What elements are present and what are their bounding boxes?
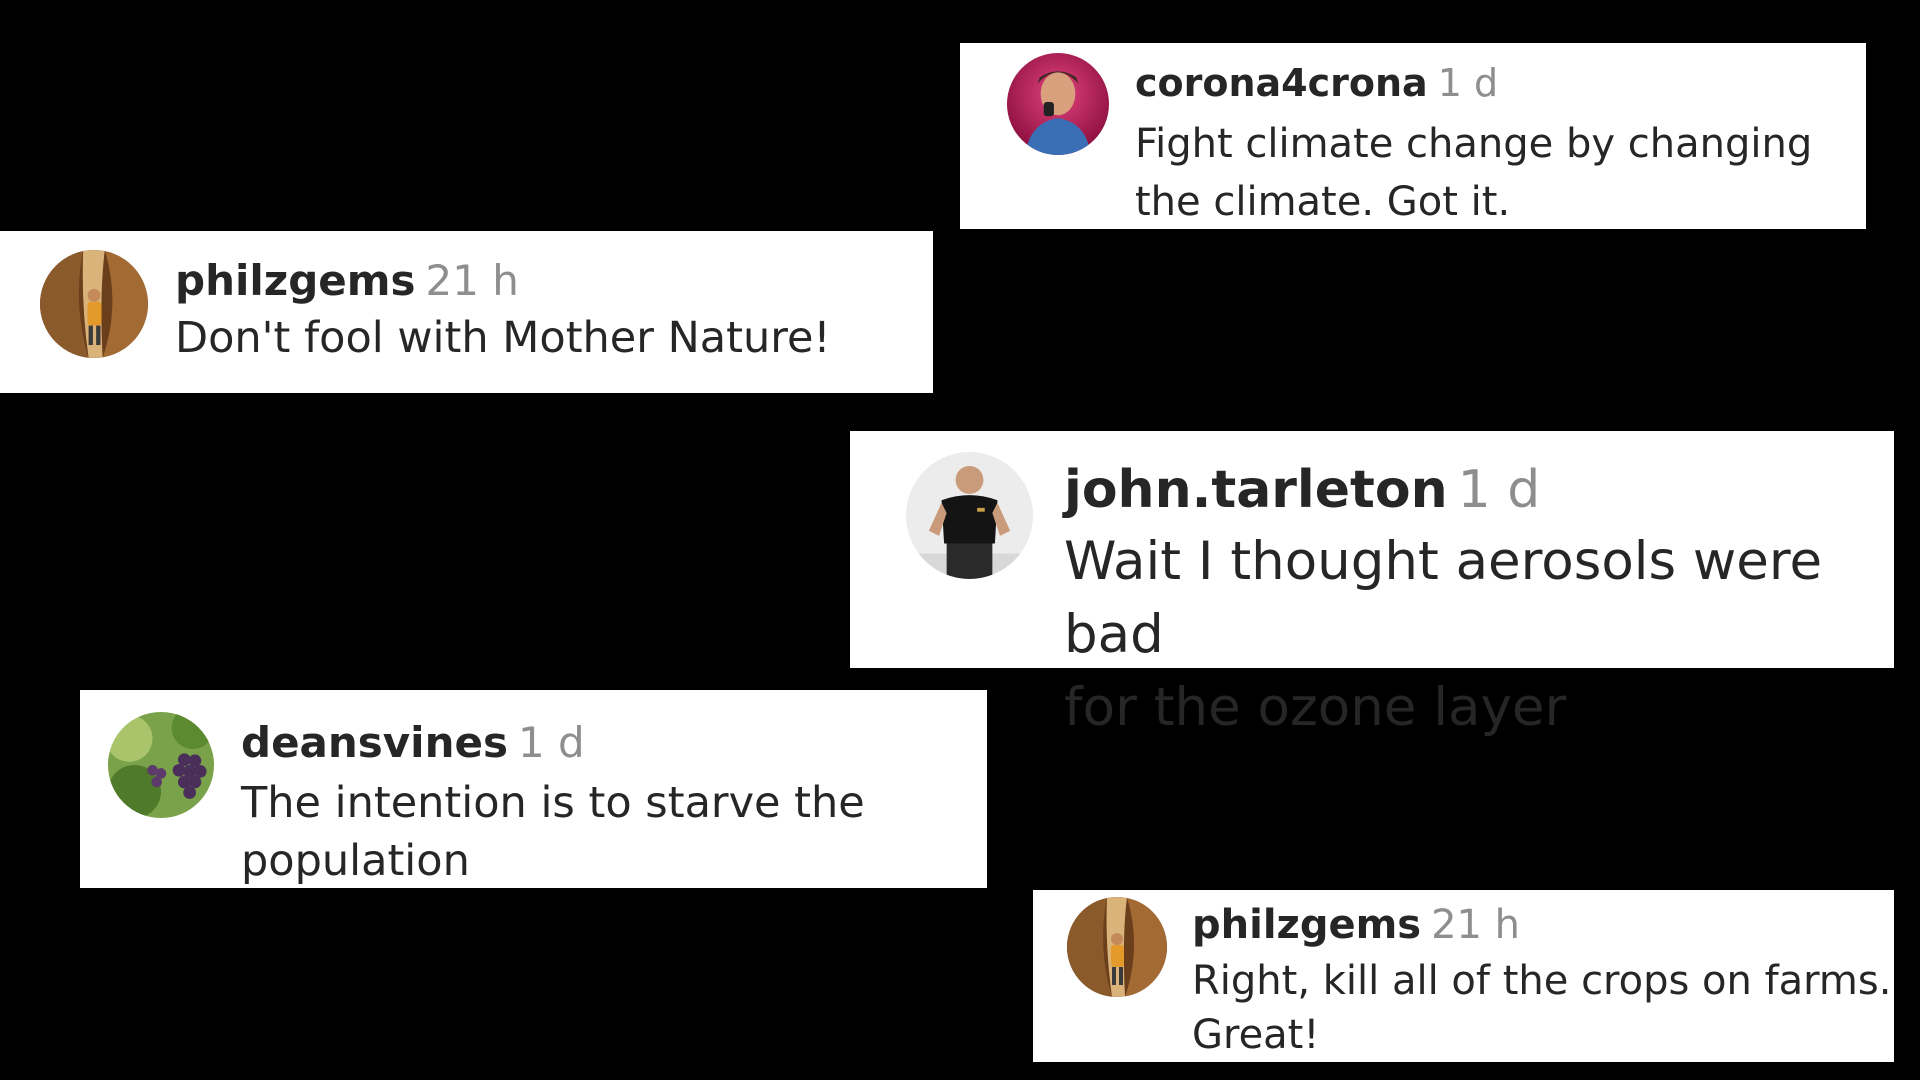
username[interactable]: philzgems	[1192, 902, 1421, 948]
comment-header: deansvines 1 d	[241, 722, 585, 764]
comment-card: deansvines 1 d The intention is to starve…	[80, 690, 987, 888]
timestamp: 21 h	[1431, 902, 1521, 948]
grape-vine-icon[interactable]	[108, 712, 214, 818]
comment-header: philzgems 21 h	[1192, 905, 1520, 945]
comment-header: philzgems 21 h	[175, 260, 519, 302]
comment-card: philzgems 21 h Don't fool with Mother Nat…	[0, 231, 933, 393]
comment-card: corona4crona 1 d Fight climate change by …	[960, 43, 1866, 229]
timestamp: 21 h	[425, 256, 519, 305]
comment-card: john.tarleton 1 d Wait I thought aerosols…	[850, 431, 1894, 738]
username[interactable]: john.tarleton	[1064, 460, 1448, 520]
username[interactable]: deansvines	[241, 718, 508, 767]
comment-text: The intention is to starve the populatio…	[241, 778, 865, 886]
comment-text: Don't fool with Mother Nature!	[175, 313, 831, 363]
comment-header: corona4crona 1 d	[1135, 64, 1498, 102]
timestamp: 1 d	[517, 718, 585, 767]
username[interactable]: philzgems	[175, 256, 416, 305]
person-in-canyon-icon[interactable]	[1067, 897, 1167, 997]
person-portrait-icon[interactable]	[1007, 53, 1109, 155]
comment-header: john.tarleton 1 d	[1064, 464, 1540, 516]
comment-card: philzgems 21 h Right, kill all of the cro…	[1033, 890, 1894, 1062]
timestamp: 1 d	[1457, 460, 1541, 520]
comment-text: Wait I thought aerosols were bad for the…	[1064, 531, 1823, 738]
man-in-black-shirt-icon[interactable]	[906, 452, 1033, 579]
username[interactable]: corona4crona	[1135, 61, 1428, 105]
comment-text: Right, kill all of the crops on farms. G…	[1192, 958, 1892, 1058]
timestamp: 1 d	[1437, 61, 1499, 105]
person-in-canyon-icon[interactable]	[40, 250, 148, 358]
comment-text: Fight climate change by changing the cli…	[1135, 121, 1813, 225]
